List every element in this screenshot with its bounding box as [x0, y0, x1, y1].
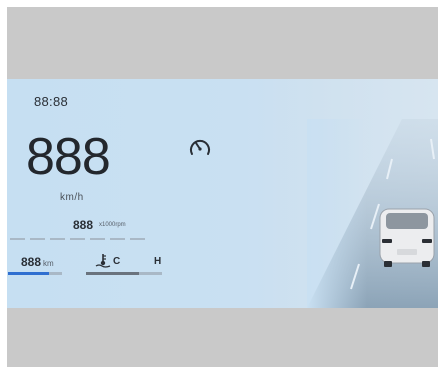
coolant-hot-label: H: [154, 256, 162, 267]
coolant-temperature-icon: [95, 254, 111, 268]
range-unit: km: [43, 259, 54, 268]
car-rear-icon: [379, 208, 435, 267]
coolant-cold-label: C: [113, 256, 121, 267]
speed-unit: km/h: [60, 192, 84, 203]
speedometer-gauge-icon: [190, 139, 210, 155]
instrument-cluster: 88:88 888 km/h 888 x1000rpm 888 km C H: [7, 79, 438, 308]
tachometer-readout: 888: [73, 218, 94, 232]
clock: 88:88: [34, 94, 69, 109]
coolant-bar-fill: [86, 272, 139, 275]
range-bar-fill: [8, 272, 49, 275]
range-value: 888: [21, 255, 42, 269]
range-readout: 888 km: [21, 255, 54, 269]
speed-readout: 888: [26, 128, 111, 186]
display-frame-bottom: [7, 308, 438, 367]
tachometer-unit: x1000rpm: [99, 222, 126, 228]
tachometer-scale: [10, 238, 150, 240]
